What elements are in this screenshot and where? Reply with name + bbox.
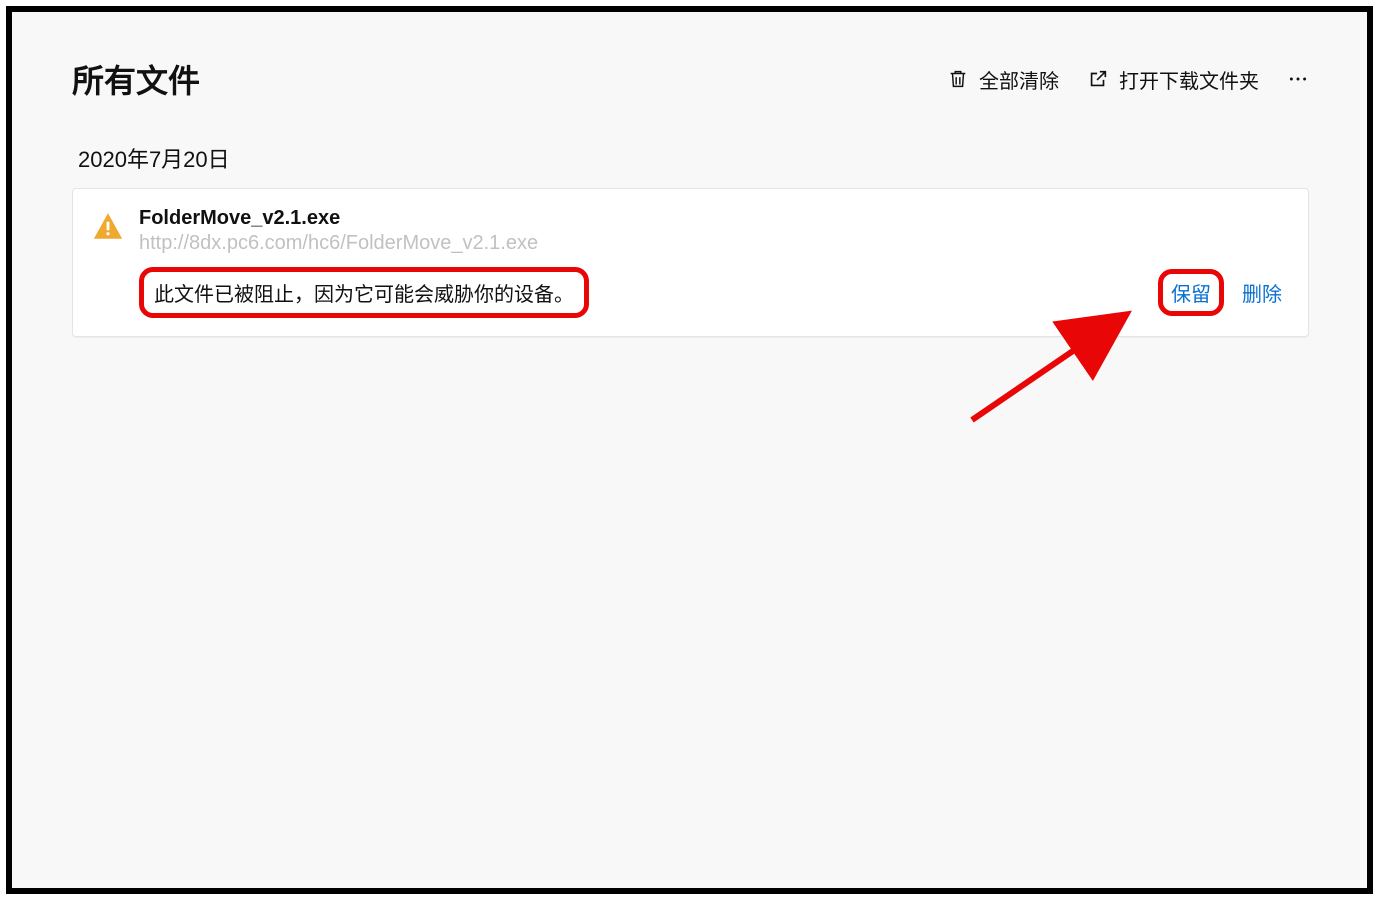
download-actions: 保留 删除 bbox=[1158, 269, 1282, 316]
open-folder-button[interactable]: 打开下载文件夹 bbox=[1087, 65, 1259, 94]
delete-button[interactable]: 删除 bbox=[1242, 278, 1282, 307]
download-item-body: FolderMove_v2.1.exe http://8dx.pc6.com/h… bbox=[139, 207, 1282, 318]
download-url: http://8dx.pc6.com/hc6/FolderMove_v2.1.e… bbox=[139, 232, 1282, 255]
clear-all-button[interactable]: 全部清除 bbox=[947, 65, 1059, 94]
warning-icon bbox=[91, 209, 125, 318]
blocked-message: 此文件已被阻止，因为它可能会威胁你的设备。 bbox=[139, 267, 589, 318]
download-item-card: FolderMove_v2.1.exe http://8dx.pc6.com/h… bbox=[72, 188, 1309, 337]
trash-icon bbox=[947, 68, 969, 90]
open-external-icon bbox=[1087, 68, 1109, 90]
download-filename: FolderMove_v2.1.exe bbox=[139, 207, 1282, 230]
more-button[interactable] bbox=[1287, 68, 1309, 90]
toolbar: 全部清除 打开下载文件夹 bbox=[947, 65, 1309, 94]
header-row: 所有文件 全部清除 打开下载文件夹 bbox=[72, 56, 1309, 102]
page-title: 所有文件 bbox=[72, 56, 200, 102]
date-group-label: 2020年7月20日 bbox=[72, 142, 1309, 174]
open-folder-label: 打开下载文件夹 bbox=[1119, 65, 1259, 94]
clear-all-label: 全部清除 bbox=[979, 65, 1059, 94]
downloads-panel: 所有文件 全部清除 打开下载文件夹 bbox=[6, 6, 1373, 894]
more-icon bbox=[1287, 68, 1309, 90]
download-message-row: 此文件已被阻止，因为它可能会威胁你的设备。 保留 删除 bbox=[139, 267, 1282, 318]
keep-button[interactable]: 保留 bbox=[1158, 269, 1224, 316]
